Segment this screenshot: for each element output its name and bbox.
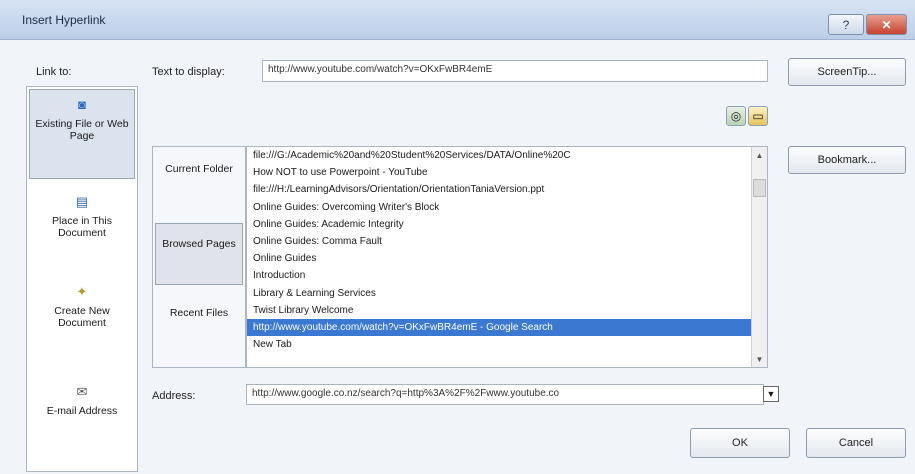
email-icon: ✉ xyxy=(76,384,88,399)
file-list-item[interactable]: Online Guides: Comma Fault xyxy=(247,233,767,250)
bookmark-button[interactable]: Bookmark... xyxy=(788,146,906,174)
recent-files-label: Recent Files xyxy=(169,307,229,319)
cancel-button[interactable]: Cancel xyxy=(806,428,906,458)
bookmark-label: Bookmark... xyxy=(817,154,877,166)
file-list-item[interactable]: Online Guides: Academic Integrity xyxy=(247,216,767,233)
browse-file-icon[interactable]: ▭ xyxy=(748,106,768,126)
help-button[interactable]: ? xyxy=(828,14,864,35)
link-create-new-document[interactable]: ✦ Create New Document xyxy=(29,277,135,357)
file-list-item[interactable]: Introduction xyxy=(247,267,767,284)
file-list-item[interactable]: Online Guides: Overcoming Writer's Block xyxy=(247,199,767,216)
ok-button[interactable]: OK xyxy=(690,428,790,458)
close-icon: ✕ xyxy=(881,17,892,32)
vertical-scrollbar[interactable]: ▲ ▼ xyxy=(751,147,767,367)
link-create-new-document-label: Create New Document xyxy=(54,305,110,329)
address-dropdown-icon[interactable]: ▼ xyxy=(763,386,779,402)
link-email-address-label: E-mail Address xyxy=(46,405,118,417)
file-list-item[interactable]: How NOT to use Powerpoint - YouTube xyxy=(247,164,767,181)
file-list-item[interactable]: Online Guides xyxy=(247,250,767,267)
current-folder-label: Current Folder xyxy=(165,163,233,175)
look-in-browsed-pages[interactable]: Browsed Pages xyxy=(155,223,243,285)
address-input[interactable]: http://www.google.co.nz/search?q=http%3A… xyxy=(246,384,764,405)
link-place-in-document[interactable]: ▤ Place in This Document xyxy=(29,187,135,267)
file-list-item[interactable]: New Tab xyxy=(247,336,767,353)
link-existing-file-label: Existing File or Web Page xyxy=(35,118,129,142)
screentip-label: ScreenTip... xyxy=(817,66,877,78)
look-in-recent-files[interactable]: Recent Files xyxy=(155,293,243,363)
scroll-thumb[interactable] xyxy=(753,179,766,197)
file-list-item[interactable]: Library & Learning Services xyxy=(247,285,767,302)
link-to-label: Link to: xyxy=(36,66,72,78)
look-in-panel: Current Folder Browsed Pages Recent File… xyxy=(152,146,246,368)
file-list-item[interactable]: file:///G:/Academic%20and%20Student%20Se… xyxy=(247,147,767,164)
window-title: Insert Hyperlink xyxy=(22,13,106,27)
cancel-label: Cancel xyxy=(838,437,874,449)
file-list-item[interactable]: file:///H:/LearningAdvisors/Orientation/… xyxy=(247,181,767,198)
file-list-rows: file:///G:/Academic%20and%20Student%20Se… xyxy=(247,147,767,353)
link-place-in-document-label: Place in This Document xyxy=(52,215,112,239)
close-button[interactable]: ✕ xyxy=(866,14,907,35)
browsed-pages-label: Browsed Pages xyxy=(162,238,236,250)
document-place-icon: ▤ xyxy=(75,194,89,209)
globe-file-icon: ◙ xyxy=(78,97,86,112)
file-list-item[interactable]: http://www.youtube.com/watch?v=OKxFwBR4e… xyxy=(247,318,767,337)
browsed-pages-list[interactable]: file:///G:/Academic%20and%20Student%20Se… xyxy=(246,146,768,368)
link-email-address[interactable]: ✉ E-mail Address xyxy=(29,377,135,457)
ok-label: OK xyxy=(732,437,748,449)
browse-web-icon[interactable]: ◎ xyxy=(726,106,746,126)
new-document-icon: ✦ xyxy=(76,284,88,299)
scroll-up-icon[interactable]: ▲ xyxy=(752,147,767,163)
look-in-current-folder[interactable]: Current Folder xyxy=(155,149,243,219)
screentip-button[interactable]: ScreenTip... xyxy=(788,58,906,86)
title-bar: Insert Hyperlink ? ✕ xyxy=(0,0,915,40)
text-to-display-label: Text to display: xyxy=(152,66,225,78)
file-list-item[interactable]: Twist Library Welcome xyxy=(247,302,767,319)
help-icon: ? xyxy=(842,17,850,32)
link-to-bar: ◙ Existing File or Web Page ▤ Place in T… xyxy=(26,86,138,472)
text-to-display-input[interactable]: http://www.youtube.com/watch?v=OKxFwBR4e… xyxy=(262,60,768,82)
address-label: Address: xyxy=(152,390,196,402)
link-existing-file[interactable]: ◙ Existing File or Web Page xyxy=(29,89,135,179)
scroll-down-icon[interactable]: ▼ xyxy=(752,351,767,367)
